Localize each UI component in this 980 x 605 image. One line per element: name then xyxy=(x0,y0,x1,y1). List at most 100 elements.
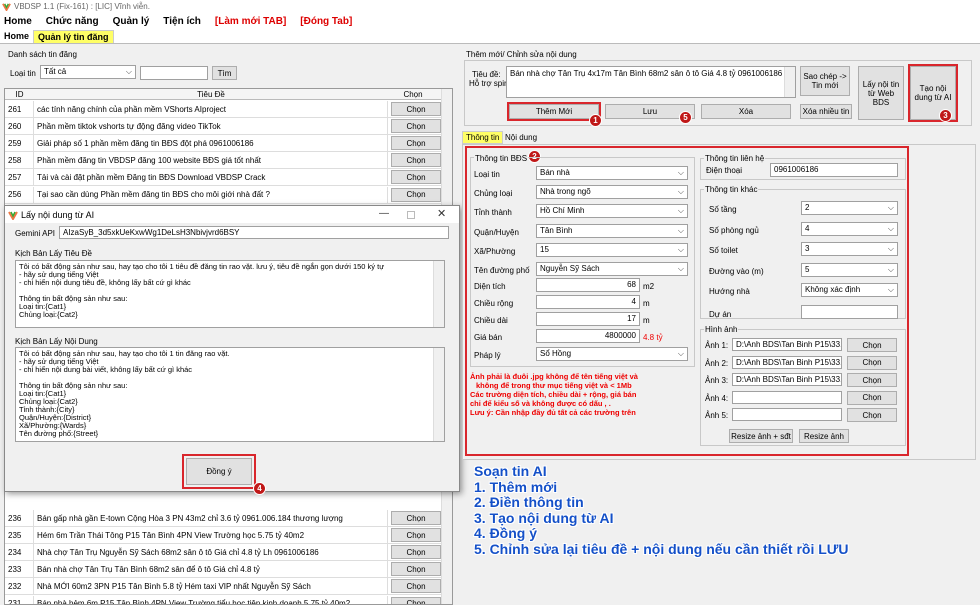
table-row[interactable]: 257 Tải và cài đặt phần mềm Đăng tin BĐS … xyxy=(5,169,452,187)
table-row[interactable]: 232 Nhà MỚI 60m2 3PN P15 Tân Bình 5.8 tỷ … xyxy=(5,578,452,596)
row-id: 258 xyxy=(5,152,34,169)
area-input[interactable]: 68 xyxy=(536,278,640,292)
width-input[interactable]: 4 xyxy=(536,295,640,309)
script-title-textarea[interactable]: Tôi có bất động sản như sau, hay tạo cho… xyxy=(15,260,445,328)
row-choose-button[interactable]: Chọn xyxy=(391,511,441,525)
image-choose-button[interactable]: Chọn xyxy=(847,390,897,405)
length-input[interactable]: 17 xyxy=(536,312,640,326)
instructions: Soạn tin AI 1. Thêm mới 2. Điền thông ti… xyxy=(474,463,849,557)
row-choose-button[interactable]: Chọn xyxy=(391,562,441,577)
price-input[interactable]: 4800000 xyxy=(536,329,640,343)
row-choose-button[interactable]: Chọn xyxy=(391,579,441,594)
image-choose-button[interactable]: Chọn xyxy=(847,355,897,370)
phone-input[interactable]: 0961006186 xyxy=(770,163,898,177)
row-choose-button[interactable]: Chọn xyxy=(391,153,441,168)
menu-utilities[interactable]: Tiện ích xyxy=(163,16,201,27)
row-choose-button[interactable]: Chọn xyxy=(391,596,441,604)
fetch-web-button[interactable]: Lấy nội tin từ Web BDS xyxy=(858,66,904,120)
row-choose-button[interactable]: Chọn xyxy=(391,545,441,560)
script-content-scrollbar[interactable] xyxy=(433,348,444,441)
menu-functions[interactable]: Chức năng xyxy=(46,16,99,27)
price-note: 4.8 tỷ xyxy=(643,333,663,342)
filter-label: Loại tin xyxy=(10,69,36,78)
legal-label: Pháp lý xyxy=(474,351,501,360)
api-key-input[interactable]: AIzaSyB_3d5xkUeKxwWg1DeLsH3Nbivjvrd6BSY xyxy=(59,226,449,239)
filter-select[interactable]: Tất cả xyxy=(40,65,136,79)
delete-button[interactable]: Xóa xyxy=(701,104,791,119)
badge-5: 5 xyxy=(679,111,692,124)
row-choose-button[interactable]: Chọn xyxy=(391,102,441,116)
maximize-icon[interactable] xyxy=(407,211,415,219)
search-input[interactable] xyxy=(140,66,208,80)
other-field-select[interactable]: 4 xyxy=(801,221,898,236)
table-row[interactable]: 234 Nhà chợ Tân Trụ Nguyễn Sỹ Sách 68m2 s… xyxy=(5,544,452,562)
image-path-input[interactable] xyxy=(732,390,842,404)
minimize-icon[interactable]: — xyxy=(379,208,389,219)
search-button[interactable]: Tìm xyxy=(212,66,237,80)
row-choose-button[interactable]: Chọn xyxy=(391,136,441,151)
table-row[interactable]: 231 Bán nhà hẻm 6m P15 Tân Bình 4PN View … xyxy=(5,595,452,604)
resize-phone-button[interactable]: Resize ảnh + sđt xyxy=(729,429,793,443)
tab-info[interactable]: Thông tin xyxy=(462,131,504,144)
table-row[interactable]: 256 Tại sao cần dùng Phần mềm đăng tin BĐ… xyxy=(5,186,452,204)
image-choose-button[interactable]: Chọn xyxy=(847,408,897,422)
menu-home[interactable]: Home xyxy=(4,16,32,27)
legal-select[interactable]: Sổ Hồng xyxy=(536,347,688,361)
property-field-select[interactable]: 15 xyxy=(536,242,688,257)
other-field-select[interactable]: Không xác định xyxy=(801,283,898,297)
other-field-select[interactable]: 5 xyxy=(801,262,898,277)
script-title-scrollbar[interactable] xyxy=(433,261,444,327)
title-scrollbar[interactable] xyxy=(784,67,795,97)
table-row[interactable]: 235 Hém 6m Trần Thái Tông P15 Tân Bình 4P… xyxy=(5,527,452,545)
table-row[interactable]: 260 Phần mềm tiktok vshorts tự động đăng … xyxy=(5,118,452,136)
delete-many-button[interactable]: Xóa nhiều tin xyxy=(800,104,852,119)
table-row[interactable]: 259 Giải pháp số 1 phần mềm đăng tin BĐS … xyxy=(5,135,452,153)
property-field-select[interactable]: Nguyễn Sỹ Sách xyxy=(536,262,688,276)
instruction-step-1: 1. Thêm mới xyxy=(474,478,558,495)
tab-home[interactable]: Home xyxy=(0,30,33,43)
instruction-step-2: 2. Điền thông tin xyxy=(474,494,584,510)
image-choose-button[interactable]: Chọn xyxy=(847,373,897,387)
title-input[interactable]: Bán nhà chợ Tân Trụ 4x17m Tân Bình 68m2 … xyxy=(506,66,796,98)
tab-content[interactable]: Nội dung xyxy=(505,133,537,142)
copy-new-button[interactable]: Sao chép -> Tin mới xyxy=(800,66,850,96)
row-choose-button[interactable]: Chọn xyxy=(391,119,441,134)
row-title: Bán gấp nhà gần E-town Cộng Hòa 3 PN 43m… xyxy=(34,510,388,526)
table-row[interactable]: 258 Phần mềm đăng tin VBDSP đăng 100 webs… xyxy=(5,152,452,170)
property-field-select[interactable]: Tân Bình xyxy=(536,223,688,238)
ai-dialog: Lấy nội dung từ AI — ✕ Gemini API AIzaSy… xyxy=(4,205,460,495)
images-group-title: Hình ảnh xyxy=(704,325,739,334)
editor-section-title: Thêm mới/ Chỉnh sửa nội dung xyxy=(466,50,577,59)
image-choose-button[interactable]: Chọn xyxy=(847,338,897,352)
menu-manage[interactable]: Quản lý xyxy=(113,16,150,27)
image-path-input[interactable] xyxy=(732,408,842,421)
image-path-input[interactable]: D:\Anh BDS\Tan Binh P15\33.3 xyxy=(732,355,842,369)
tab-manage-listings[interactable]: Quản lý tin đăng xyxy=(33,30,114,43)
property-field-select[interactable]: Hồ Chí Minh xyxy=(536,204,688,219)
property-field-select[interactable]: Nhà trong ngõ xyxy=(536,185,688,200)
row-choose-button[interactable]: Chọn xyxy=(391,170,441,185)
script-content-textarea[interactable]: Tôi có bất động sản như sau, hay tạo cho… xyxy=(15,347,445,442)
other-field-select[interactable]: 2 xyxy=(801,201,898,215)
ok-button[interactable]: Đồng ý xyxy=(186,458,252,485)
image-path-input[interactable]: D:\Anh BDS\Tan Binh P15\33.3 xyxy=(732,338,842,351)
app-logo-icon xyxy=(2,3,11,11)
menu-refresh-tab[interactable]: [Làm mới TAB] xyxy=(215,16,286,27)
menu-close-tab[interactable]: [Đóng Tab] xyxy=(300,16,352,27)
resize-button[interactable]: Resize ảnh xyxy=(799,429,849,443)
row-choose-button[interactable]: Chọn xyxy=(391,187,441,202)
close-icon[interactable]: ✕ xyxy=(437,207,446,220)
property-field-select[interactable]: Bán nhà xyxy=(536,166,688,180)
table-row[interactable]: 236 Bán gấp nhà gần E-town Cộng Hòa 3 PN … xyxy=(5,510,452,527)
row-id: 259 xyxy=(5,135,34,152)
other-field-select[interactable]: 3 xyxy=(801,242,898,256)
table-row[interactable]: 261 các tính năng chính của phần mềm VSho… xyxy=(5,101,452,118)
table-row[interactable]: 233 Bán nhà chợ Tân Trụ Tân Bình 68m2 sân… xyxy=(5,561,452,579)
note-line-5: Lưu ý: Cần nhập đầy đủ tất cả các trường… xyxy=(470,408,636,417)
area-label: Diện tích xyxy=(474,282,506,291)
image-path-input[interactable]: D:\Anh BDS\Tan Binh P15\33.3 xyxy=(732,373,842,386)
row-choose-button[interactable]: Chọn xyxy=(391,528,441,543)
add-new-button[interactable]: Thêm Mới xyxy=(509,104,599,119)
project-input[interactable] xyxy=(801,305,898,319)
row-id: 261 xyxy=(5,101,34,117)
